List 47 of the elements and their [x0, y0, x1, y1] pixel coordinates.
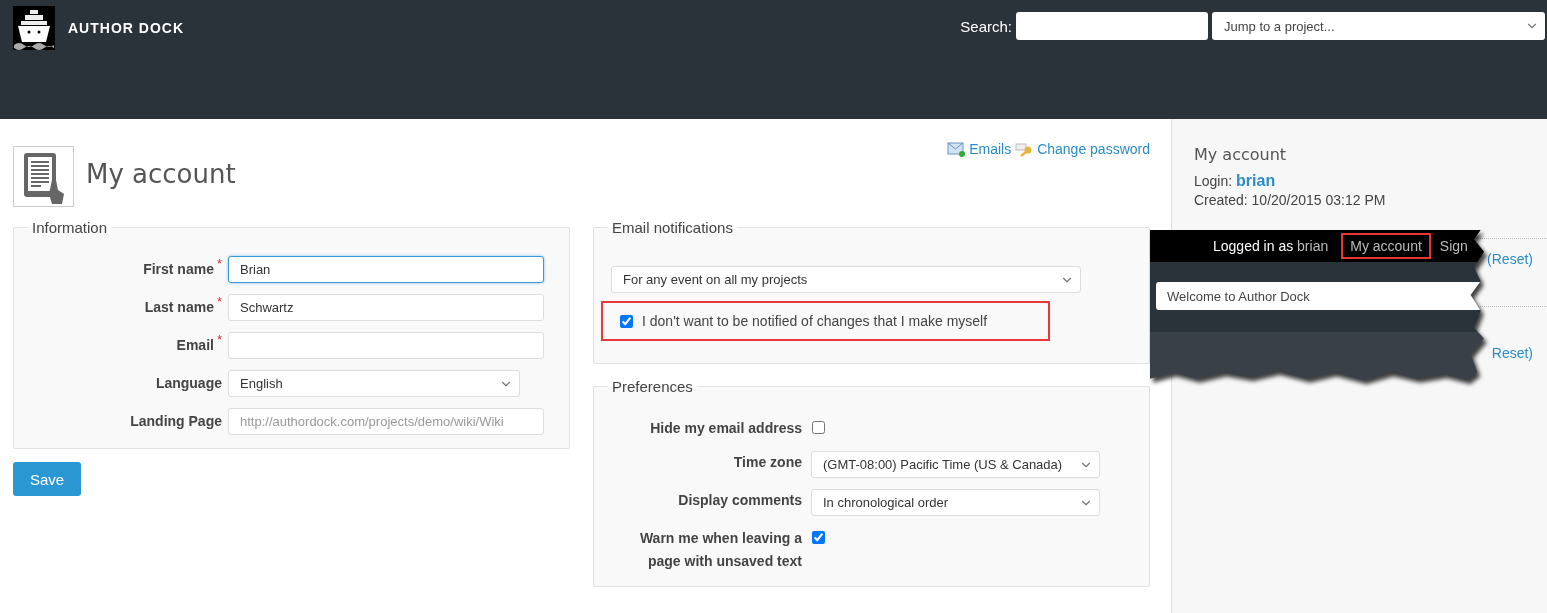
envelope-icon: [947, 141, 966, 157]
menu-link[interactable]: My account: [1341, 233, 1431, 259]
project-jump-select[interactable]: Jump to a project...: [1212, 12, 1545, 40]
menu-link[interactable]: Sign: [1430, 233, 1477, 259]
field-label: Landing Page: [130, 412, 222, 431]
language-select[interactable]: English: [228, 370, 520, 397]
required-mark: *: [216, 332, 222, 349]
field-label: Last name: [144, 298, 214, 317]
login-label: Login:: [1194, 173, 1234, 189]
preference-label: Warn me when leaving a page with unsaved text: [638, 529, 802, 571]
checkbox-label: I don't want to be notified of changes that I make myself: [642, 313, 988, 329]
search-field[interactable]: [1016, 12, 1208, 40]
preference-label: Hide my email address: [649, 419, 802, 438]
field-label: Language: [155, 374, 222, 393]
preference-label: Display comments: [677, 491, 802, 510]
reset-link[interactable]: Reset): [1491, 345, 1533, 361]
field-label: Email: [176, 336, 214, 355]
change-password-link[interactable]: Change password: [1037, 141, 1150, 157]
emails-link[interactable]: Emails: [969, 141, 1012, 157]
preference-select[interactable]: In chronological order: [811, 489, 1100, 516]
reset-link[interactable]: (Reset): [1487, 251, 1533, 267]
information-legend: Information: [28, 219, 112, 236]
page-title: My account: [86, 158, 236, 189]
preference-select[interactable]: (GMT-08:00) Pacific Time (US & Canada): [811, 451, 1100, 478]
logged-in-label: Logged in as: [1213, 238, 1295, 254]
field-label: First name: [143, 260, 214, 279]
input-field[interactable]: Schwartz: [228, 294, 544, 321]
notification-select[interactable]: For any event on all my projects: [611, 266, 1081, 293]
preferences-legend: Preferences: [608, 378, 697, 395]
input-field[interactable]: Brian: [228, 256, 544, 283]
app-name: AUTHOR DOCK: [68, 20, 184, 36]
ship-logo-icon: [13, 6, 55, 50]
created-text: Created: 10/20/2015 03:12 PM: [1194, 192, 1386, 208]
sidebar-title: My account: [1194, 145, 1288, 164]
username-link[interactable]: brian: [1297, 238, 1329, 254]
required-mark: *: [216, 294, 222, 311]
checkbox[interactable]: [812, 531, 825, 544]
search-label: Search:: [960, 17, 1012, 35]
email-notifications-legend: Email notifications: [608, 219, 737, 236]
input-field[interactable]: http://authordock.com/projects/demo/wiki/Wiki: [228, 408, 544, 435]
required-mark: *: [216, 256, 222, 273]
input-field[interactable]: [228, 332, 544, 359]
key-icon: [1015, 141, 1034, 157]
checkbox[interactable]: [812, 421, 825, 434]
checkbox[interactable]: [620, 314, 633, 328]
preference-label: Time zone: [732, 453, 802, 472]
project-select[interactable]: Welcome to Author Dock: [1156, 282, 1482, 310]
